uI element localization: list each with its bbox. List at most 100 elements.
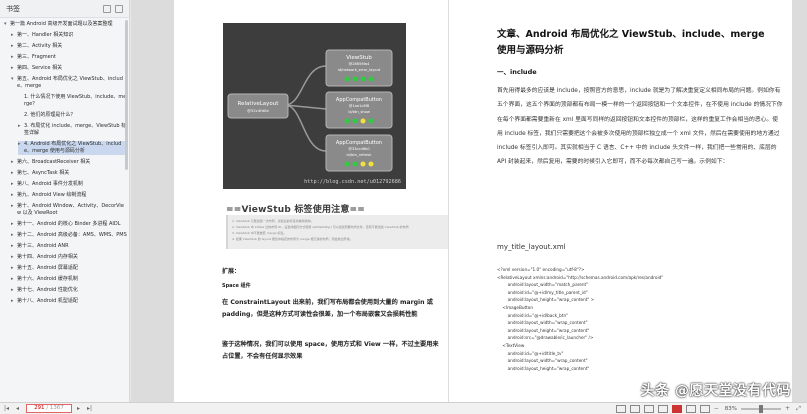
sidebar-item-label: 第四、Service 相关 [17, 65, 63, 71]
sidebar-scrollbar[interactable] [125, 20, 128, 170]
extension-label: 扩展： [222, 268, 241, 275]
child-node-button-show: AppCompatButton @1ae1c8f8 id/btn_show [325, 91, 393, 129]
article-title: 文章、Android 布局优化之 ViewStub、include、merge … [497, 29, 765, 56]
sidebar-item[interactable]: ▸ 第三、Fragment [11, 54, 127, 61]
view-hierarchy-diagram: RelativeLayout @52c4fd0e ViewStub @28656… [223, 23, 406, 189]
child-node-button-refresh: AppCompatButton @33ccd6b0 id/btn_refresh [325, 134, 393, 172]
sidebar-item-label: 4. Android 布局优化之 ViewStub、include、merge … [24, 141, 122, 154]
page-left: RelativeLayout @52c4fd0e ViewStub @28656… [174, 0, 448, 402]
child-2-title: AppCompatButton [336, 97, 382, 103]
sidebar-item[interactable]: ▸ 3. 布局优化 include、merge、ViewStub 标签详解 [18, 123, 127, 137]
zoom-level: 83% [724, 405, 737, 412]
sidebar-item-label: 第九、Android View 绘制流程 [17, 192, 87, 198]
page-number-input[interactable]: 291 / 1367 [26, 404, 72, 413]
sidebar-item[interactable]: 1. 什么情况下使用 ViewStub、include、merge？ [18, 94, 127, 108]
fit-page-icon[interactable] [699, 404, 710, 413]
child-3-resource: id/btn_refresh [347, 153, 372, 157]
sidebar-item[interactable]: 2. 他们的原理是什么？ [18, 112, 127, 119]
bookmark-tree: ▾ 第一篇 Android 高级开发面试题以及答案整理 ▸ 第一、Handler 相关… [0, 18, 129, 305]
sidebar-item[interactable]: ▸ 第九、Android View 绘制流程 [11, 192, 127, 199]
sidebar-item[interactable]: ▸ 4. Android 布局优化之 ViewStub、include、merge… [18, 141, 127, 155]
sidebar-item-label: 1. 什么情况下使用 ViewStub、include、merge？ [24, 94, 127, 107]
diagram-watermark-url: http://blog.csdn.net/u012792686 [304, 179, 401, 185]
sidebar-item[interactable]: ▸ 第十四、Android 内存相关 [11, 254, 127, 261]
sidebar-item[interactable]: ▸ 第六、BroadcastReceiver 相关 [11, 159, 127, 166]
sidebar-item[interactable]: ▸ 第十八、Android 机型适配 [11, 298, 127, 305]
fullscreen-icon[interactable]: ⤢ [794, 404, 803, 413]
document-viewer: RelativeLayout @52c4fd0e ViewStub @28656… [131, 0, 807, 402]
book-view-icon[interactable] [657, 404, 668, 413]
close-sidebar-icon[interactable] [115, 4, 123, 13]
sidebar-tools [103, 4, 123, 13]
code-line: android:layout_width="wrap_content" [497, 320, 588, 326]
double-page-view-icon[interactable] [629, 404, 640, 413]
sidebar-item-label: 第五、Android 布局优化之 ViewStub、include、merge [17, 76, 123, 89]
continuous-view-icon[interactable] [643, 404, 654, 413]
child-node-viewstub: ViewStub @28656fa4 id/network_error_layo… [325, 49, 393, 87]
child-1-title: ViewStub [346, 55, 372, 61]
current-page: 291 [34, 405, 45, 411]
single-page-view-icon[interactable] [615, 404, 626, 413]
sidebar-title: 书签 [6, 4, 20, 13]
sidebar-item-label: 第三、Fragment [17, 54, 56, 60]
child-1-resource: id/network_error_layout [338, 68, 381, 72]
child-2-id: @1ae1c8f8 [349, 104, 370, 108]
sidebar-item[interactable]: ▸ 第十六、Android 缓存机制 [11, 276, 127, 283]
sidebar-item[interactable]: ▸ 第十三、Android ANR [11, 243, 127, 250]
first-page-icon[interactable]: |◂ [2, 404, 11, 413]
sidebar-item[interactable]: ▸ 第四、Service 相关 [11, 65, 127, 72]
sidebar-item[interactable]: ▸ 第十一、Android 的核心 Binder 多进程 AIDL [11, 221, 127, 228]
child-3-id: @33ccd6b0 [348, 147, 370, 151]
code-line: android:id="@+id/title_tv" [497, 350, 564, 356]
sidebar-item-label: 第十七、Android 性能优化 [17, 287, 78, 293]
sidebar-item-label: 第十八、Android 机型适配 [17, 298, 78, 304]
sidebar-item-label: 3. 布局优化 include、merge、ViewStub 标签详解 [24, 123, 127, 136]
sidebar-item-label: 2. 他们的原理是什么？ [24, 112, 76, 118]
sidebar-item[interactable]: ▸ 第七、AsyncTask 相关 [11, 170, 127, 177]
space-label: Space 组件 [222, 283, 251, 289]
watermark: 头条 @愿天堂没有代码 [640, 383, 791, 399]
code-line: android:id="@+id/back_btn" [497, 312, 569, 318]
last-page-icon[interactable]: ▸| [85, 404, 94, 413]
sidebar-item-label: 第十四、Android 内存相关 [17, 254, 78, 260]
expand-all-icon[interactable] [103, 4, 111, 13]
fit-width-icon[interactable] [685, 404, 696, 413]
sidebar-item-label: 第十六、Android 缓存机制 [17, 276, 78, 282]
sidebar-header: 书签 [0, 0, 129, 18]
sidebar-item[interactable]: ▸ 第十五、Android 屏幕适配 [11, 265, 127, 272]
sidebar-item-label: 第八、Android 事件分发机制 [17, 181, 83, 187]
sidebar-item-label: 第一篇 Android 高级开发面试题以及答案整理 [10, 21, 113, 27]
sidebar-item[interactable]: ▸ 第十二、Android 高级必备：AMS、WMS、PMS [11, 232, 127, 239]
zoom-slider[interactable] [741, 404, 781, 413]
space-paragraph-1: 在 ConstraintLayout 出来前，我们写布局都会使用到大量的 mar… [222, 299, 433, 318]
status-bar: |◂ ◂ 291 / 1367 ▸ ▸| − 83% + ⤢ [0, 402, 807, 414]
space-paragraph-2: 鉴于这种情况，我们可以使用 space，使用方式和 View 一样，不过主要用来… [222, 341, 439, 360]
sidebar-item[interactable]: ▸ 第十、Android Window、Activity、DecorView 以及… [11, 203, 127, 217]
code-block: <?xml version="1.0" encoding="utf-8"?> <R… [497, 266, 787, 372]
sidebar-item[interactable]: ▸ 第十七、Android 性能优化 [11, 287, 127, 294]
sidebar-item[interactable]: ▾ 第五、Android 布局优化之 ViewStub、include、merge [11, 76, 127, 90]
code-line: android:layout_height="wrap_content" > [497, 297, 595, 303]
sidebar-item[interactable]: ▾ 第一篇 Android 高级开发面试题以及答案整理 [4, 21, 127, 28]
child-1-id: @28656fa4 [349, 62, 370, 66]
zoom-in-icon[interactable]: + [783, 404, 792, 413]
sidebar-item[interactable]: ▸ 第二、Activity 相关 [11, 43, 127, 50]
root-node-id: @52c4fd0e [247, 108, 269, 113]
sidebar-item-label: 第一、Handler 相关知识 [17, 32, 74, 38]
zoom-out-icon[interactable]: − [712, 404, 721, 413]
zoom-slider-knob[interactable] [759, 404, 763, 413]
sidebar-item[interactable]: ▸ 第八、Android 事件分发机制 [11, 181, 127, 188]
code-line: <RelativeLayout xmlns:android="http://sc… [497, 274, 664, 280]
child-2-resource: id/btn_show [348, 110, 370, 114]
next-page-icon[interactable]: ▸ [74, 404, 83, 413]
code-line: android:layout_width="wrap_content" [497, 358, 588, 364]
viewstub-heading: ==ViewStub 标签使用注意== [226, 205, 366, 215]
prev-page-icon[interactable]: ◂ [13, 404, 22, 413]
sidebar-item-label: 第十二、Android 高级必备：AMS、WMS、PMS [17, 232, 127, 238]
sidebar-item[interactable]: ▸ 第一、Handler 相关知识 [11, 32, 127, 39]
code-line: <ImageButton [497, 304, 533, 310]
play-icon[interactable] [671, 404, 682, 413]
section-heading: 一、include [497, 68, 537, 76]
sidebar-item-label: 第二、Activity 相关 [17, 43, 63, 49]
code-line: <?xml version="1.0" encoding="utf-8"?> [497, 267, 585, 272]
